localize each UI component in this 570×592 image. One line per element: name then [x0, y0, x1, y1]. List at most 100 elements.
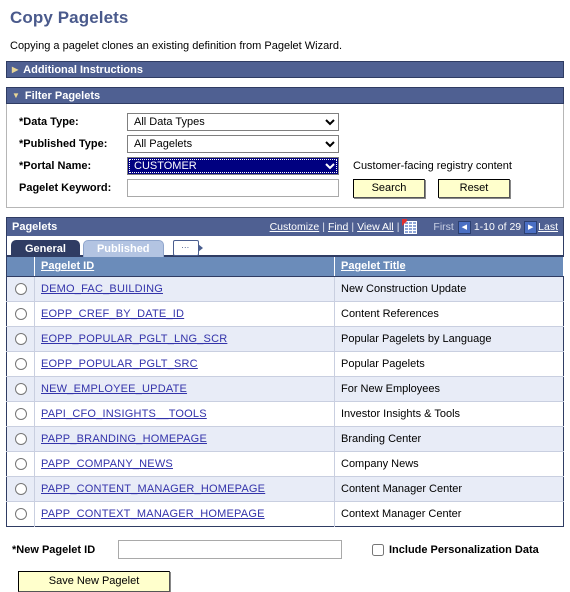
toolbar-separator-1: | [322, 221, 325, 233]
pagelet-id-link[interactable]: PAPP_BRANDING_HOMEPAGE [41, 433, 207, 445]
show-all-columns-icon[interactable]: ⋯ [172, 240, 203, 256]
last-page-link[interactable]: Last [538, 221, 558, 233]
grid-tabs: General Published ⋯ [6, 236, 564, 257]
pagelet-id-link[interactable]: NEW_EMPLOYEE_UPDATE [41, 383, 187, 395]
row-select-radio[interactable] [14, 282, 27, 295]
portal-name-label: *Portal Name: [19, 160, 92, 172]
new-pagelet-id-label: *New Pagelet ID [12, 543, 96, 556]
pagelet-id-cell: PAPP_CONTEXT_MANAGER_HOMEPAGE [34, 501, 335, 526]
row-select-radio[interactable] [14, 382, 27, 395]
row-select-radio[interactable] [14, 357, 27, 370]
data-type-label: *Data Type: [19, 116, 79, 128]
pagelet-id-link[interactable]: EOPP_POPULAR_PGLT_SRC [41, 358, 198, 370]
pagelet-title-cell: Context Manager Center [334, 501, 564, 526]
pagelets-grid: Pagelets Customize | Find | View All | F… [6, 217, 564, 527]
include-personalization-label: Include Personalization Data [389, 543, 539, 556]
section-label-filter-pagelets: Filter Pagelets [24, 89, 101, 102]
pagelet-title-cell: Branding Center [334, 426, 564, 452]
row-select-radio[interactable] [14, 457, 27, 470]
data-type-select[interactable]: All Data Types [127, 113, 339, 131]
table-row: PAPP_CONTENT_MANAGER_HOMEPAGE Content Man… [6, 476, 564, 502]
row-select-radio[interactable] [14, 507, 27, 520]
table-header-row: Pagelet ID Pagelet Title [6, 257, 564, 277]
table-row: DEMO_FAC_BUILDING New Construction Update [6, 276, 564, 302]
customize-link[interactable]: Customize [270, 221, 320, 233]
pagelet-id-cell: PAPP_BRANDING_HOMEPAGE [34, 426, 335, 452]
pagelets-table-body: DEMO_FAC_BUILDING New Construction Update… [6, 276, 564, 526]
pagelet-id-cell: PAPI_CFO_INSIGHTS__TOOLS [34, 401, 335, 427]
pagelet-keyword-label: Pagelet Keyword: [19, 182, 112, 194]
row-select-cell [6, 276, 35, 302]
view-all-link[interactable]: View All [357, 221, 394, 233]
previous-page-icon[interactable]: ◀ [457, 220, 471, 234]
pagelet-title-cell: New Construction Update [334, 276, 564, 302]
pagelet-id-cell: DEMO_FAC_BUILDING [34, 276, 335, 302]
filter-row-portal-name: *Portal Name: CUSTOMER Customer-facing r… [7, 155, 563, 177]
next-page-icon[interactable]: ▶ [524, 220, 538, 234]
pagelet-id-cell: EOPP_CREF_BY_DATE_ID [34, 301, 335, 327]
pagelet-id-link[interactable]: PAPP_CONTENT_MANAGER_HOMEPAGE [41, 483, 265, 495]
pagelet-id-column-header: Pagelet ID [34, 257, 335, 277]
published-type-select[interactable]: All Pagelets [127, 135, 339, 153]
save-new-pagelet-button[interactable]: Save New Pagelet [18, 570, 170, 592]
include-personalization-checkbox[interactable] [372, 543, 384, 556]
table-row: PAPP_COMPANY_NEWS Company News [6, 451, 564, 477]
section-header-additional-instructions[interactable]: ▶ Additional Instructions [6, 61, 564, 78]
row-select-radio[interactable] [14, 432, 27, 445]
new-pagelet-id-input[interactable] [118, 540, 342, 559]
pagelet-title-sort-link[interactable]: Pagelet Title [341, 260, 406, 272]
first-page-label: First [433, 221, 454, 233]
pagelet-id-link[interactable]: DEMO_FAC_BUILDING [41, 283, 163, 295]
reset-button[interactable]: Reset [438, 178, 510, 198]
row-select-radio[interactable] [14, 332, 27, 345]
pagelet-id-cell: PAPP_COMPANY_NEWS [34, 451, 335, 477]
pagelet-title-cell: Investor Insights & Tools [334, 401, 564, 427]
published-type-label: *Published Type: [19, 138, 108, 150]
pagelet-title-cell: Content References [334, 301, 564, 327]
row-select-cell [6, 501, 35, 526]
pagelet-id-link[interactable]: PAPP_COMPANY_NEWS [41, 458, 173, 470]
table-row: EOPP_POPULAR_PGLT_SRC Popular Pagelets [6, 351, 564, 377]
pagelet-id-sort-link[interactable]: Pagelet ID [41, 260, 94, 272]
page-range-label: 1-10 of 29 [473, 221, 522, 233]
pagelet-id-link[interactable]: PAPP_CONTEXT_MANAGER_HOMEPAGE [41, 508, 265, 520]
include-personalization-wrapper[interactable]: Include Personalization Data [372, 543, 539, 556]
filter-pagelets-panel: *Data Type: All Data Types *Published Ty… [6, 104, 564, 208]
page-intro-text: Copying a pagelet clones an existing def… [10, 40, 343, 52]
pagelet-id-link[interactable]: EOPP_POPULAR_PGLT_LNG_SCR [41, 333, 227, 345]
grid-title-bar: Pagelets Customize | Find | View All | F… [6, 217, 564, 236]
find-link[interactable]: Find [328, 221, 348, 233]
filter-row-data-type: *Data Type: All Data Types [7, 111, 563, 133]
pagelet-id-link[interactable]: PAPI_CFO_INSIGHTS__TOOLS [41, 408, 207, 420]
select-column-header [6, 257, 35, 277]
row-select-cell [6, 401, 35, 427]
row-select-radio[interactable] [14, 307, 27, 320]
table-row: PAPI_CFO_INSIGHTS__TOOLS Investor Insight… [6, 401, 564, 427]
pagelet-id-cell: PAPP_CONTENT_MANAGER_HOMEPAGE [34, 476, 335, 502]
pagelet-id-link[interactable]: EOPP_CREF_BY_DATE_ID [41, 308, 184, 320]
row-select-radio[interactable] [14, 407, 27, 420]
collapsed-arrow-icon: ▶ [12, 64, 19, 74]
row-select-cell [6, 476, 35, 502]
pagelet-title-column-header: Pagelet Title [334, 257, 564, 277]
tab-general[interactable]: General [11, 240, 80, 257]
pagelet-title-cell: For New Employees [334, 376, 564, 402]
portal-name-select[interactable]: CUSTOMER [127, 157, 339, 175]
pagelet-id-cell: EOPP_POPULAR_PGLT_LNG_SCR [34, 326, 335, 352]
pagelet-id-cell: EOPP_POPULAR_PGLT_SRC [34, 351, 335, 377]
pagelet-title-cell: Company News [334, 451, 564, 477]
search-button[interactable]: Search [353, 178, 425, 198]
pagelet-keyword-input[interactable] [127, 179, 339, 197]
table-row: NEW_EMPLOYEE_UPDATE For New Employees [6, 376, 564, 402]
table-row: EOPP_POPULAR_PGLT_LNG_SCR Popular Pagelet… [6, 326, 564, 352]
tab-published[interactable]: Published [82, 240, 164, 257]
page-title: Copy Pagelets [10, 8, 129, 27]
table-row: EOPP_CREF_BY_DATE_ID Content References [6, 301, 564, 327]
row-select-radio[interactable] [14, 482, 27, 495]
pagelet-title-cell: Content Manager Center [334, 476, 564, 502]
pagelet-id-cell: NEW_EMPLOYEE_UPDATE [34, 376, 335, 402]
grid-toolbar: Customize | Find | View All | First ◀ 1-… [269, 218, 559, 234]
toolbar-separator-2: | [351, 221, 355, 233]
section-header-filter-pagelets[interactable]: ▼ Filter Pagelets [6, 87, 564, 104]
download-to-excel-icon[interactable] [402, 218, 418, 234]
